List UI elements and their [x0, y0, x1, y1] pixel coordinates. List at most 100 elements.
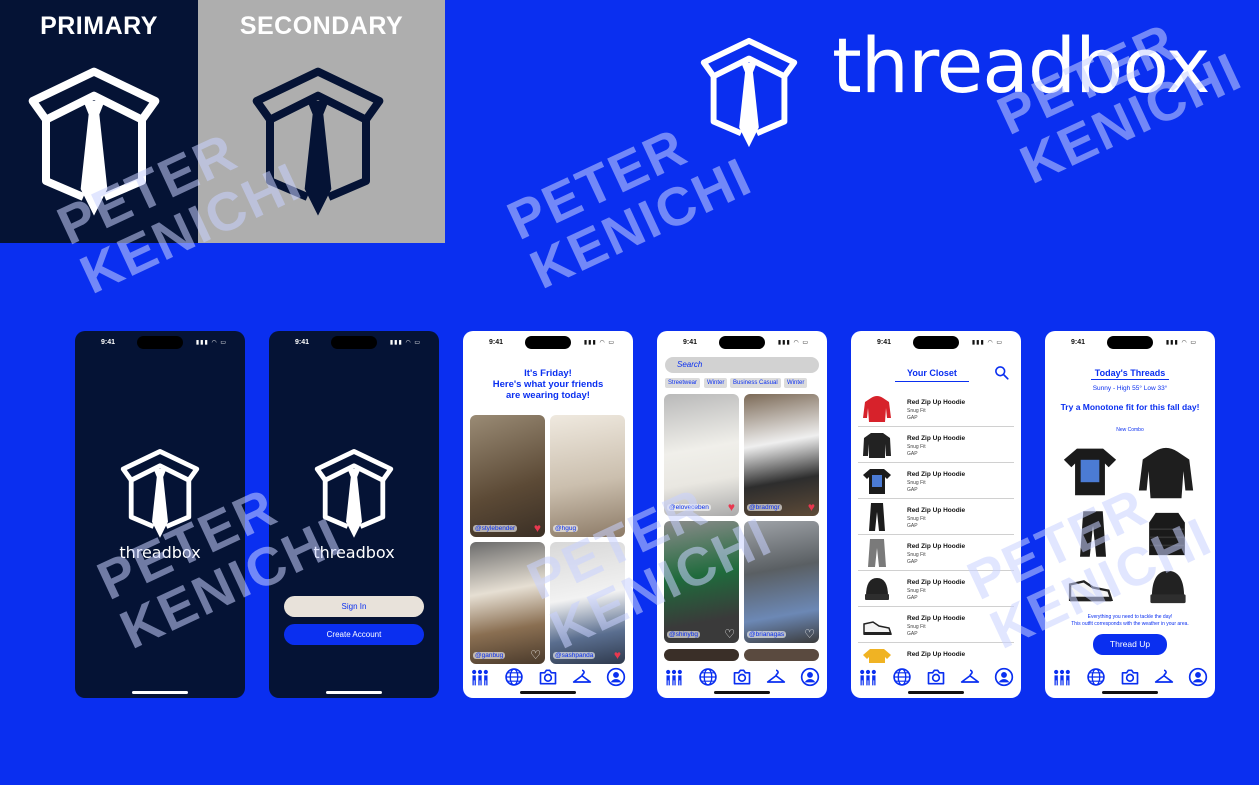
beanie-icon [1150, 570, 1186, 604]
search-icon[interactable] [994, 365, 1009, 380]
post-handle: @stylebender [473, 525, 518, 532]
dynamic-island [913, 336, 959, 349]
closet-item[interactable]: Red Zip Up Hoodie Snug Fit GAP [858, 499, 1014, 535]
globe-icon[interactable] [698, 667, 718, 687]
status-bar: 9:41 ▮▮▮ ◠ ▭ [851, 331, 1021, 353]
closet-item[interactable]: Red Zip Up Hoodie Snug Fit GAP [858, 427, 1014, 463]
item-name: Red Zip Up Hoodie [907, 615, 966, 622]
profile-icon[interactable] [1188, 667, 1208, 687]
friends-icon[interactable] [470, 667, 490, 687]
item-fit: Snug Fit [907, 408, 926, 414]
feed-post[interactable]: @stylebender ♥ [470, 415, 545, 537]
dynamic-island [331, 336, 377, 349]
hanger-icon[interactable] [1154, 667, 1174, 687]
camera-icon[interactable] [538, 667, 558, 687]
heart-icon[interactable]: ♥ [728, 501, 735, 513]
profile-icon[interactable] [800, 667, 820, 687]
search-input[interactable]: Search [665, 357, 819, 373]
item-brand: GAP [907, 559, 918, 565]
camera-icon[interactable] [732, 667, 752, 687]
heart-icon[interactable]: ♥ [614, 649, 621, 661]
beanie-icon [865, 578, 889, 600]
status-icons: ▮▮▮ ◠ ▭ [971, 340, 1003, 346]
feed-post[interactable]: @ganbug ♡ [470, 542, 545, 664]
filter-chip[interactable]: Business Casual [730, 378, 781, 388]
explore-post[interactable]: @brianagas ♡ [744, 521, 819, 643]
heart-icon[interactable]: ♥ [534, 522, 541, 534]
profile-icon[interactable] [606, 667, 626, 687]
hanger-icon[interactable] [572, 667, 592, 687]
outfit-description: Everything you need to tackle the day! T… [1071, 614, 1189, 627]
filter-chip[interactable]: Streetwear [665, 378, 701, 388]
item-name: Red Zip Up Hoodie [907, 399, 966, 406]
globe-icon[interactable] [892, 667, 912, 687]
explore-post[interactable]: @eloveceben ♥ [664, 394, 739, 516]
hanger-icon[interactable] [766, 667, 786, 687]
bottom-nav [657, 666, 827, 688]
status-bar: 9:41 ▮▮▮ ◠ ▭ [75, 331, 245, 353]
black-jacket-icon [863, 433, 891, 458]
item-name: Red Zip Up Hoodie [907, 543, 966, 550]
create-account-button[interactable]: Create Account [284, 624, 424, 645]
black-pants-icon [869, 503, 885, 531]
camera-icon[interactable] [1120, 667, 1140, 687]
feed-heading: It's Friday! Here's what your friends ar… [492, 368, 604, 401]
item-brand: GAP [907, 487, 918, 493]
hanger-icon[interactable] [960, 667, 980, 687]
filter-chip[interactable]: Winter [784, 378, 808, 388]
closet-item[interactable]: Red Zip Up Hoodie [858, 643, 1014, 663]
closet-item[interactable]: Red Zip Up Hoodie Snug Fit GAP [858, 535, 1014, 571]
closet-item[interactable]: Red Zip Up Hoodie Snug Fit GAP [858, 463, 1014, 499]
globe-icon[interactable] [504, 667, 524, 687]
black-hoodie-icon [1138, 447, 1194, 499]
post-handle: @sashpanda [553, 652, 596, 659]
app-name: threadbox [313, 543, 395, 562]
heart-icon[interactable]: ♥ [808, 501, 815, 513]
sneaker-icon [863, 621, 893, 635]
friends-icon[interactable] [1052, 667, 1072, 687]
bottom-nav [1045, 666, 1215, 688]
explore-post[interactable]: @shinybg ♡ [664, 521, 739, 643]
graphic-tee-icon [863, 469, 891, 494]
closet-item[interactable]: Red Zip Up Hoodie Snug Fit GAP [858, 391, 1014, 427]
threadbox-logo-icon [14, 60, 174, 222]
post-handle: @ganbug [473, 652, 506, 659]
explore-post[interactable]: @bradmgr ♥ [744, 394, 819, 516]
friends-icon[interactable] [858, 667, 878, 687]
sign-in-button[interactable]: Sign In [284, 596, 424, 617]
status-bar: 9:41 ▮▮▮ ◠ ▭ [463, 331, 633, 353]
dynamic-island [1107, 336, 1153, 349]
explore-post[interactable] [664, 649, 739, 661]
feed-post[interactable]: @sashpanda ♥ [550, 542, 625, 664]
filter-chip[interactable]: Winter [704, 378, 728, 388]
item-name: Red Zip Up Hoodie [907, 507, 966, 514]
status-time: 9:41 [1071, 339, 1086, 346]
camera-icon[interactable] [926, 667, 946, 687]
yellow-shirt-icon [863, 649, 891, 663]
heart-outline-icon[interactable]: ♡ [804, 628, 815, 640]
status-time: 9:41 [683, 339, 698, 346]
closet-item[interactable]: Red Zip Up Hoodie Snug Fit GAP [858, 571, 1014, 607]
heart-outline-icon[interactable]: ♡ [530, 649, 541, 661]
status-time: 9:41 [101, 339, 116, 346]
puffer-vest-icon [1149, 512, 1185, 556]
bottom-nav [851, 666, 1021, 688]
weather-readout: Sunny - High 55° Low 33° [1092, 385, 1168, 392]
closet-title: Your Closet [895, 368, 969, 382]
thread-up-button[interactable]: Thread Up [1093, 634, 1167, 655]
heart-outline-icon[interactable]: ♡ [724, 628, 735, 640]
status-bar: 9:41 ▮▮▮ ◠ ▭ [657, 331, 827, 353]
feed-post[interactable]: @hgug [550, 415, 625, 537]
friends-icon[interactable] [664, 667, 684, 687]
explore-post[interactable] [744, 649, 819, 661]
status-bar: 9:41 ▮▮▮ ◠ ▭ [1045, 331, 1215, 353]
outfit-suggestion: Try a Monotone fit for this fall day! [1060, 402, 1200, 412]
post-handle: @shinybg [667, 631, 701, 638]
auth-screen: 9:41 ▮▮▮ ◠ ▭ threadbox Sign In Create Ac… [269, 331, 439, 698]
closet-item[interactable]: Red Zip Up Hoodie Snug Fit GAP [858, 607, 1014, 643]
profile-icon[interactable] [994, 667, 1014, 687]
globe-icon[interactable] [1086, 667, 1106, 687]
post-handle: @brianagas [747, 631, 787, 638]
status-icons: ▮▮▮ ◠ ▭ [389, 340, 421, 346]
item-name: Red Zip Up Hoodie [907, 435, 966, 442]
